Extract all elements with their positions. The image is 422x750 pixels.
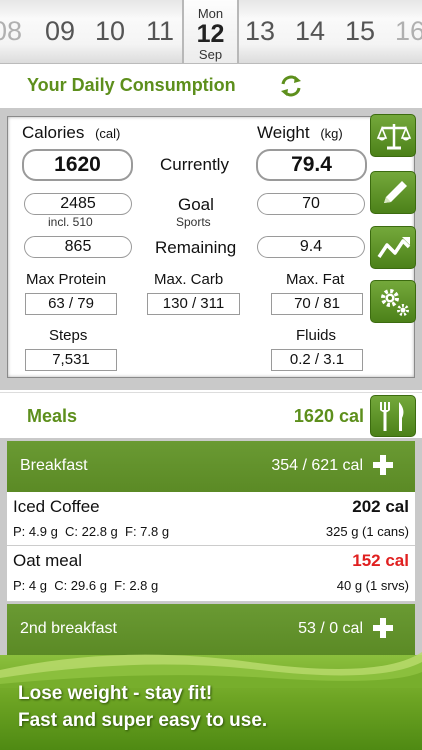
max-carb-label: Max. Carb [154, 271, 224, 288]
date-day[interactable]: 13 [235, 16, 285, 47]
promo-wave-decoration [0, 652, 422, 688]
settings-button[interactable] [370, 280, 416, 323]
fork-knife-icon [380, 402, 404, 431]
food-macros: P: 4.9 g C: 22.8 g F: 7.8 g [13, 524, 170, 539]
date-day[interactable]: 16 [385, 16, 422, 47]
weight-goal-field[interactable]: 70 [257, 193, 365, 215]
weight-label: Weight [257, 123, 310, 142]
calories-goal-field[interactable]: 2485 [24, 193, 132, 215]
meal-header-breakfast[interactable]: Breakfast 354 / 621 cal [7, 441, 415, 492]
max-protein-label: Max Protein [26, 271, 107, 288]
promo-subline: Fast and super easy to use. [18, 710, 268, 731]
fat-value: 70 / 81 [271, 293, 363, 315]
pencil-icon [384, 181, 407, 203]
protein-value: 63 / 79 [25, 293, 117, 315]
food-item[interactable]: Iced Coffee 202 cal P: 4.9 g C: 22.8 g F… [7, 492, 415, 546]
calories-remaining-field: 865 [24, 236, 132, 258]
weight-remaining-field: 9.4 [257, 236, 365, 258]
meals-button[interactable] [370, 395, 416, 437]
food-item[interactable]: Oat meal 152 cal P: 4 g C: 29.6 g F: 2.8… [7, 546, 415, 602]
meal-summary: 53 / 0 cal [298, 620, 363, 637]
currently-label: Currently [160, 155, 229, 174]
calories-label: Calories [22, 123, 85, 142]
plus-icon[interactable] [373, 618, 393, 638]
date-day[interactable]: 10 [85, 16, 135, 47]
meal-summary: 354 / 621 cal [271, 457, 363, 474]
date-day[interactable]: 15 [335, 16, 385, 47]
steps-label: Steps [49, 327, 88, 344]
food-macros: P: 4 g C: 29.6 g F: 2.8 g [13, 578, 159, 593]
date-day[interactable]: 08 [0, 16, 32, 47]
progress-button[interactable] [370, 226, 416, 269]
scale-icon [376, 124, 412, 150]
food-calories: 202 cal [352, 497, 409, 516]
date-strip[interactable]: 08 09 10 11 Mon 12 Sep 13 14 15 16 [0, 0, 422, 64]
food-name: Oat meal [13, 551, 82, 570]
calories-unit: (cal) [95, 126, 121, 141]
weight-current-field[interactable]: 79.4 [256, 149, 367, 181]
steps-value[interactable]: 7,531 [25, 349, 117, 371]
calories-current-field[interactable]: 1620 [22, 149, 133, 181]
refresh-icon[interactable] [278, 73, 304, 99]
food-name: Iced Coffee [13, 497, 100, 516]
fluids-value[interactable]: 0.2 / 3.1 [271, 349, 363, 371]
weight-heading: Weight (kg) [257, 123, 343, 143]
max-fat-label: Max. Fat [286, 271, 345, 288]
weight-unit: (kg) [320, 126, 343, 141]
meals-total: 1620 cal [293, 406, 364, 426]
gears-icon [381, 289, 409, 316]
date-day[interactable]: 14 [285, 16, 335, 47]
chart-icon [377, 237, 411, 258]
meal-name: Breakfast [20, 457, 88, 474]
promo-headline: Lose weight - stay fit! [18, 683, 213, 704]
goal-type-label: Sports [176, 215, 211, 229]
weight-button[interactable] [370, 114, 416, 157]
selected-month: Sep [198, 47, 223, 62]
remaining-label: Remaining [155, 238, 237, 257]
calories-heading: Calories (cal) [22, 123, 120, 143]
food-portion: 40 g (1 srvs) [336, 578, 409, 593]
selected-date[interactable]: Mon 12 Sep [182, 0, 239, 63]
calories-goal-note: incl. 510 [48, 215, 93, 229]
meals-label: Meals [27, 406, 78, 426]
food-portion: 325 g (1 cans) [325, 524, 409, 539]
selected-weekday: Mon [197, 6, 224, 21]
food-calories: 152 cal [352, 551, 409, 570]
date-day[interactable]: 11 [135, 16, 185, 47]
carb-value: 130 / 311 [147, 293, 240, 315]
plus-icon[interactable] [373, 455, 393, 475]
goal-label: Goal [178, 195, 214, 214]
fluids-label: Fluids [296, 327, 337, 344]
date-day[interactable]: 09 [35, 16, 85, 47]
meal-name: 2nd breakfast [20, 620, 117, 637]
page-title: Your Daily Consumption [27, 75, 236, 95]
selected-day: 12 [196, 20, 225, 48]
stats-panel: Calories (cal) Weight (kg) 1620 Currentl… [7, 116, 415, 378]
edit-button[interactable] [370, 171, 416, 214]
